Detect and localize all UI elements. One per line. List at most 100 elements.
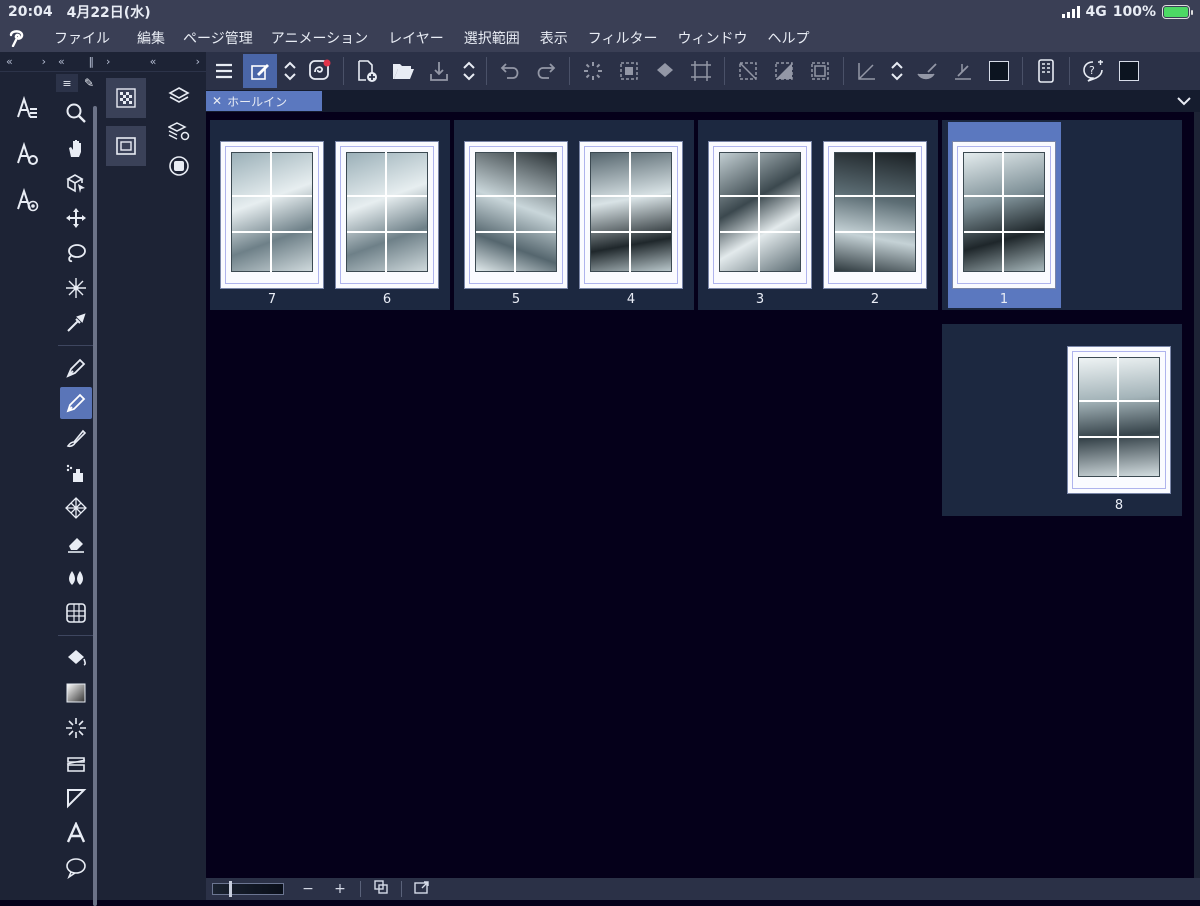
help-bubble-icon[interactable]: ? bbox=[1076, 54, 1110, 88]
menu-filter[interactable]: フィルター bbox=[577, 28, 667, 48]
menu-layer[interactable]: レイヤー bbox=[377, 28, 453, 48]
menu-page-management[interactable]: ページ管理 bbox=[174, 28, 262, 48]
brush-tab-icon[interactable]: ✎ bbox=[84, 76, 94, 90]
collapse-left-icon[interactable]: « bbox=[58, 55, 65, 68]
redo-icon[interactable] bbox=[529, 54, 563, 88]
pen-target-icon[interactable] bbox=[10, 184, 42, 216]
airbrush-tool-icon[interactable] bbox=[60, 457, 92, 489]
object-tool-icon[interactable] bbox=[60, 167, 92, 199]
menu-selection[interactable]: 選択範囲 bbox=[453, 28, 529, 48]
main-color-swatch[interactable] bbox=[982, 54, 1016, 88]
speed-lines-icon[interactable] bbox=[60, 712, 92, 744]
close-tab-icon[interactable]: ✕ bbox=[212, 94, 222, 108]
duplicate-page-icon[interactable] bbox=[365, 880, 397, 898]
page-thumbnail[interactable] bbox=[579, 141, 683, 289]
loading-icon[interactable] bbox=[576, 54, 610, 88]
fill-tool-icon[interactable] bbox=[60, 642, 92, 674]
undo-icon[interactable] bbox=[493, 54, 527, 88]
ruler-tool-icon[interactable] bbox=[60, 782, 92, 814]
color-panel-icon[interactable] bbox=[106, 78, 146, 118]
menu-file[interactable]: ファイル bbox=[34, 28, 119, 48]
snap-line-icon[interactable] bbox=[946, 54, 980, 88]
panel-menu-icon[interactable]: ≡ bbox=[56, 74, 78, 92]
pen-tool-icon[interactable] bbox=[60, 352, 92, 384]
lasso-tool-icon[interactable] bbox=[60, 237, 92, 269]
figure-ruler-icon[interactable] bbox=[60, 597, 92, 629]
navigator-panel-icon[interactable] bbox=[106, 126, 146, 166]
expand-selection-icon[interactable] bbox=[803, 54, 837, 88]
companion-icon[interactable] bbox=[303, 54, 337, 88]
open-folder-icon[interactable] bbox=[386, 54, 420, 88]
collapse-row-2: « ‖ bbox=[52, 52, 100, 72]
expand-right-icon[interactable]: › bbox=[42, 55, 46, 68]
thumbnail-size-slider[interactable] bbox=[212, 881, 284, 897]
export-page-icon[interactable] bbox=[406, 880, 438, 898]
eraser-tool-icon[interactable] bbox=[60, 527, 92, 559]
tool-scrollbar[interactable] bbox=[93, 106, 97, 906]
blend-tool-icon[interactable] bbox=[60, 562, 92, 594]
fill-bucket-icon[interactable] bbox=[648, 54, 682, 88]
gradient-tool-icon[interactable] bbox=[60, 677, 92, 709]
sub-view-icon[interactable] bbox=[163, 150, 195, 182]
menu-edit[interactable]: 編集 bbox=[119, 28, 174, 48]
invert-selection-icon[interactable] bbox=[767, 54, 801, 88]
expand-right-icon[interactable]: › bbox=[196, 55, 200, 68]
menu-help[interactable]: ヘルプ bbox=[757, 28, 819, 48]
page-thumbnail[interactable] bbox=[708, 141, 812, 289]
balloon-tool-icon[interactable] bbox=[60, 852, 92, 884]
app-logo-icon[interactable] bbox=[0, 29, 34, 47]
deselect-icon[interactable] bbox=[731, 54, 765, 88]
document-tab[interactable]: ✕ ホールイン bbox=[206, 91, 322, 111]
page-thumbnail[interactable] bbox=[464, 141, 568, 289]
menu-animation[interactable]: アニメーション bbox=[262, 28, 377, 48]
collapse-left-icon[interactable]: « bbox=[6, 55, 13, 68]
zoom-tool-icon[interactable] bbox=[60, 97, 92, 129]
text-tool-icon[interactable] bbox=[60, 817, 92, 849]
hand-tool-icon[interactable] bbox=[60, 132, 92, 164]
save-icon[interactable] bbox=[422, 54, 456, 88]
collapse-left-icon[interactable]: « bbox=[150, 55, 157, 68]
new-file-icon[interactable] bbox=[350, 54, 384, 88]
decoration-tool-icon[interactable] bbox=[60, 492, 92, 524]
device-settings-icon[interactable] bbox=[1029, 54, 1063, 88]
ruler-snap-icon[interactable] bbox=[850, 54, 884, 88]
hamburger-menu-icon[interactable] bbox=[207, 54, 241, 88]
chevron-updown-icon[interactable] bbox=[279, 54, 301, 88]
frame-border-icon[interactable] bbox=[60, 747, 92, 779]
page-thumbnail[interactable] bbox=[335, 141, 439, 289]
move-tool-icon[interactable] bbox=[60, 202, 92, 234]
clear-selection-icon[interactable] bbox=[612, 54, 646, 88]
zoom-out-button[interactable]: − bbox=[292, 881, 324, 897]
status-date: 4月22日(水) bbox=[66, 5, 151, 21]
page-thumbnail[interactable] bbox=[220, 141, 324, 289]
zoom-in-button[interactable]: + bbox=[324, 881, 356, 897]
stabilization-icon[interactable] bbox=[910, 54, 944, 88]
menu-window[interactable]: ウィンドウ bbox=[667, 28, 757, 48]
pen-list-icon[interactable] bbox=[10, 92, 42, 124]
splitter-icon[interactable]: ‖ bbox=[89, 55, 95, 68]
page-thumbnail-selected[interactable] bbox=[952, 141, 1056, 289]
command-bar: ? bbox=[206, 52, 1200, 90]
magic-wand-icon[interactable] bbox=[60, 272, 92, 304]
menu-view[interactable]: 表示 bbox=[529, 28, 577, 48]
pen-settings-icon[interactable] bbox=[10, 138, 42, 170]
transform-icon[interactable] bbox=[684, 54, 718, 88]
chevron-down-icon[interactable] bbox=[1176, 92, 1192, 111]
chevron-updown-icon[interactable] bbox=[458, 54, 480, 88]
signal-icon bbox=[1061, 6, 1080, 18]
page-thumbnail[interactable] bbox=[1067, 346, 1171, 494]
battery-label: 100% bbox=[1112, 4, 1156, 20]
page-manager-area: 7 6 5 4 3 2 1 8 bbox=[206, 112, 1194, 878]
page-thumbnail[interactable] bbox=[823, 141, 927, 289]
page-number: 8 bbox=[1114, 498, 1124, 513]
eyedropper-icon[interactable] bbox=[60, 307, 92, 339]
brush-tool-icon[interactable] bbox=[60, 422, 92, 454]
chevron-updown-icon[interactable] bbox=[886, 54, 908, 88]
edit-mode-icon[interactable] bbox=[243, 54, 277, 88]
pencil-tool-icon[interactable] bbox=[60, 387, 92, 419]
expand-right-icon[interactable]: › bbox=[106, 55, 110, 68]
page-number: 7 bbox=[267, 292, 277, 307]
layers-icon[interactable] bbox=[163, 80, 195, 112]
sub-color-swatch[interactable] bbox=[1112, 54, 1146, 88]
layer-property-icon[interactable] bbox=[163, 115, 195, 147]
